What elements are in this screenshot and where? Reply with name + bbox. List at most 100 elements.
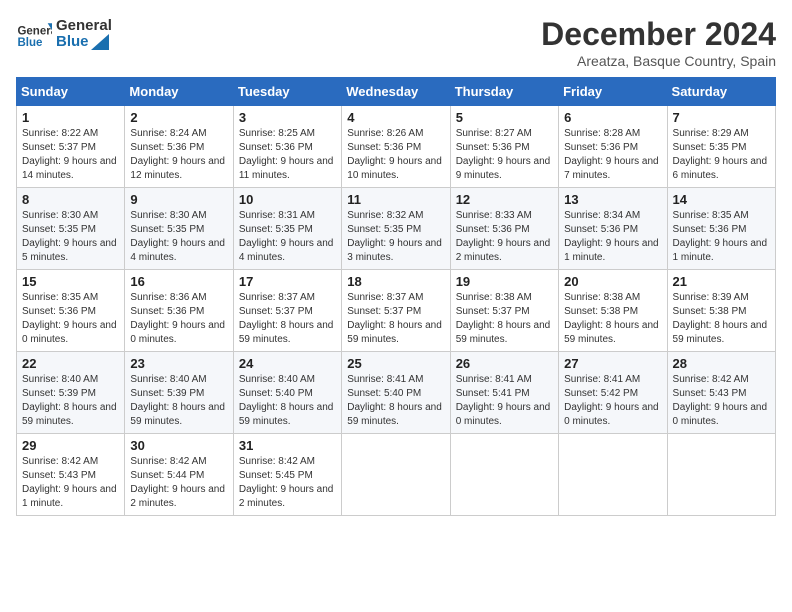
day-info: Sunrise: 8:41 AM Sunset: 5:41 PM Dayligh… <box>456 373 553 429</box>
calendar-week-row: 22 Sunrise: 8:40 AM Sunset: 5:39 PM Dayl… <box>17 352 776 434</box>
logo: General Blue General Blue <box>16 16 112 52</box>
day-number: 30 <box>130 438 227 453</box>
table-row: 12 Sunrise: 8:33 AM Sunset: 5:36 PM Dayl… <box>450 188 558 270</box>
day-number: 3 <box>239 110 336 125</box>
table-row: 23 Sunrise: 8:40 AM Sunset: 5:39 PM Dayl… <box>125 352 233 434</box>
day-number: 23 <box>130 356 227 371</box>
day-number: 13 <box>564 192 661 207</box>
sunset: Sunset: 5:37 PM <box>456 306 530 317</box>
sunrise: Sunrise: 8:30 AM <box>22 210 98 221</box>
daylight: Daylight: 8 hours and 59 minutes. <box>347 320 442 345</box>
col-saturday: Saturday <box>667 78 775 106</box>
sunrise: Sunrise: 8:37 AM <box>239 292 315 303</box>
day-number: 26 <box>456 356 553 371</box>
day-number: 21 <box>673 274 770 289</box>
sunrise: Sunrise: 8:40 AM <box>22 374 98 385</box>
sunrise: Sunrise: 8:32 AM <box>347 210 423 221</box>
sunset: Sunset: 5:45 PM <box>239 470 313 481</box>
sunset: Sunset: 5:35 PM <box>130 224 204 235</box>
day-info: Sunrise: 8:39 AM Sunset: 5:38 PM Dayligh… <box>673 291 770 347</box>
col-wednesday: Wednesday <box>342 78 450 106</box>
daylight: Daylight: 9 hours and 14 minutes. <box>22 156 117 181</box>
day-number: 10 <box>239 192 336 207</box>
header: General Blue General Blue December 2024 … <box>16 16 776 69</box>
sunrise: Sunrise: 8:35 AM <box>673 210 749 221</box>
logo-icon: General Blue <box>16 16 52 52</box>
sunrise: Sunrise: 8:41 AM <box>456 374 532 385</box>
table-row: 27 Sunrise: 8:41 AM Sunset: 5:42 PM Dayl… <box>559 352 667 434</box>
sunrise: Sunrise: 8:25 AM <box>239 128 315 139</box>
sunset: Sunset: 5:36 PM <box>564 142 638 153</box>
sunset: Sunset: 5:43 PM <box>22 470 96 481</box>
sunrise: Sunrise: 8:42 AM <box>239 456 315 467</box>
logo-blue-text: Blue <box>56 34 112 51</box>
daylight: Daylight: 8 hours and 59 minutes. <box>456 320 551 345</box>
daylight: Daylight: 9 hours and 0 minutes. <box>673 402 768 427</box>
day-number: 17 <box>239 274 336 289</box>
daylight: Daylight: 9 hours and 10 minutes. <box>347 156 442 181</box>
day-number: 18 <box>347 274 444 289</box>
sunset: Sunset: 5:36 PM <box>347 142 421 153</box>
table-row: 18 Sunrise: 8:37 AM Sunset: 5:37 PM Dayl… <box>342 270 450 352</box>
sunrise: Sunrise: 8:42 AM <box>673 374 749 385</box>
day-info: Sunrise: 8:26 AM Sunset: 5:36 PM Dayligh… <box>347 127 444 183</box>
sunrise: Sunrise: 8:41 AM <box>564 374 640 385</box>
sunrise: Sunrise: 8:33 AM <box>456 210 532 221</box>
daylight: Daylight: 9 hours and 3 minutes. <box>347 238 442 263</box>
day-number: 2 <box>130 110 227 125</box>
sunrise: Sunrise: 8:27 AM <box>456 128 532 139</box>
day-number: 16 <box>130 274 227 289</box>
calendar-header-row: Sunday Monday Tuesday Wednesday Thursday… <box>17 78 776 106</box>
sunrise: Sunrise: 8:34 AM <box>564 210 640 221</box>
day-info: Sunrise: 8:28 AM Sunset: 5:36 PM Dayligh… <box>564 127 661 183</box>
table-row: 2 Sunrise: 8:24 AM Sunset: 5:36 PM Dayli… <box>125 106 233 188</box>
day-info: Sunrise: 8:36 AM Sunset: 5:36 PM Dayligh… <box>130 291 227 347</box>
day-number: 1 <box>22 110 119 125</box>
table-row <box>667 434 775 516</box>
day-info: Sunrise: 8:37 AM Sunset: 5:37 PM Dayligh… <box>347 291 444 347</box>
daylight: Daylight: 9 hours and 1 minute. <box>564 238 659 263</box>
table-row <box>342 434 450 516</box>
day-number: 12 <box>456 192 553 207</box>
sunrise: Sunrise: 8:31 AM <box>239 210 315 221</box>
table-row: 16 Sunrise: 8:36 AM Sunset: 5:36 PM Dayl… <box>125 270 233 352</box>
sunset: Sunset: 5:36 PM <box>130 306 204 317</box>
sunset: Sunset: 5:36 PM <box>239 142 313 153</box>
table-row: 3 Sunrise: 8:25 AM Sunset: 5:36 PM Dayli… <box>233 106 341 188</box>
day-info: Sunrise: 8:25 AM Sunset: 5:36 PM Dayligh… <box>239 127 336 183</box>
daylight: Daylight: 9 hours and 0 minutes. <box>130 320 225 345</box>
day-number: 5 <box>456 110 553 125</box>
table-row: 29 Sunrise: 8:42 AM Sunset: 5:43 PM Dayl… <box>17 434 125 516</box>
day-info: Sunrise: 8:29 AM Sunset: 5:35 PM Dayligh… <box>673 127 770 183</box>
day-info: Sunrise: 8:35 AM Sunset: 5:36 PM Dayligh… <box>673 209 770 265</box>
day-number: 7 <box>673 110 770 125</box>
table-row: 1 Sunrise: 8:22 AM Sunset: 5:37 PM Dayli… <box>17 106 125 188</box>
table-row <box>559 434 667 516</box>
sunrise: Sunrise: 8:42 AM <box>22 456 98 467</box>
sunset: Sunset: 5:41 PM <box>456 388 530 399</box>
table-row: 28 Sunrise: 8:42 AM Sunset: 5:43 PM Dayl… <box>667 352 775 434</box>
sunset: Sunset: 5:37 PM <box>22 142 96 153</box>
daylight: Daylight: 9 hours and 0 minutes. <box>22 320 117 345</box>
daylight: Daylight: 9 hours and 9 minutes. <box>456 156 551 181</box>
sunset: Sunset: 5:38 PM <box>564 306 638 317</box>
sunrise: Sunrise: 8:26 AM <box>347 128 423 139</box>
table-row: 5 Sunrise: 8:27 AM Sunset: 5:36 PM Dayli… <box>450 106 558 188</box>
sunset: Sunset: 5:44 PM <box>130 470 204 481</box>
sunset: Sunset: 5:36 PM <box>22 306 96 317</box>
day-info: Sunrise: 8:30 AM Sunset: 5:35 PM Dayligh… <box>130 209 227 265</box>
sunset: Sunset: 5:37 PM <box>239 306 313 317</box>
day-number: 20 <box>564 274 661 289</box>
table-row: 15 Sunrise: 8:35 AM Sunset: 5:36 PM Dayl… <box>17 270 125 352</box>
day-number: 8 <box>22 192 119 207</box>
daylight: Daylight: 9 hours and 2 minutes. <box>456 238 551 263</box>
sunset: Sunset: 5:38 PM <box>673 306 747 317</box>
sunrise: Sunrise: 8:38 AM <box>564 292 640 303</box>
table-row: 8 Sunrise: 8:30 AM Sunset: 5:35 PM Dayli… <box>17 188 125 270</box>
day-number: 24 <box>239 356 336 371</box>
table-row: 7 Sunrise: 8:29 AM Sunset: 5:35 PM Dayli… <box>667 106 775 188</box>
logo-arrow-icon <box>91 34 109 50</box>
sunset: Sunset: 5:36 PM <box>564 224 638 235</box>
col-friday: Friday <box>559 78 667 106</box>
day-info: Sunrise: 8:38 AM Sunset: 5:38 PM Dayligh… <box>564 291 661 347</box>
